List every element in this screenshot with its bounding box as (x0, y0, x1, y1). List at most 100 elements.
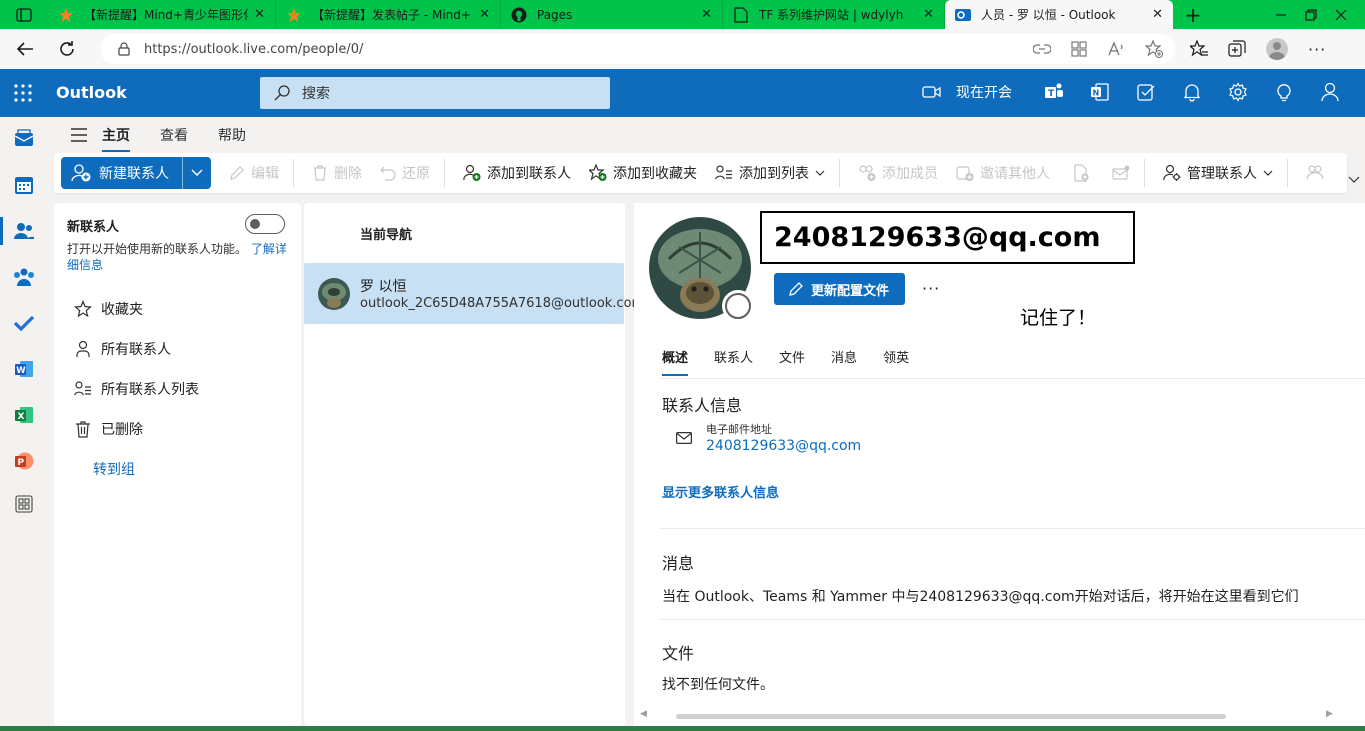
new-contact-dropdown[interactable] (183, 157, 211, 189)
contact-avatar (318, 278, 350, 310)
chevron-down-icon (1263, 170, 1273, 176)
show-more-info-link[interactable]: 显示更多联系人信息 (662, 482, 779, 501)
favorites-icon[interactable] (1190, 40, 1208, 58)
refresh-button[interactable] (50, 32, 84, 66)
close-window-icon[interactable] (1335, 9, 1347, 21)
browser-toolbar: ··· (1190, 29, 1326, 69)
browser-tab-active[interactable]: 人员 - 罗 以恒 - Outlook ✕ (945, 0, 1173, 29)
settings-gear-icon[interactable] (1228, 82, 1248, 102)
folder-item-favorites[interactable]: 收藏夹 (74, 299, 143, 319)
edit-button[interactable]: 编辑 (229, 163, 279, 183)
people-app-icon[interactable] (13, 220, 35, 242)
add-to-contacts-button[interactable]: 添加到联系人 (463, 163, 571, 183)
restore-icon[interactable] (1305, 8, 1317, 21)
email-link[interactable]: 2408129633@qq.com (706, 438, 861, 454)
search-placeholder: 搜索 (302, 86, 330, 102)
settings-more-icon[interactable]: ··· (1308, 40, 1326, 59)
folder-item-all-lists[interactable]: 所有联系人列表 (74, 379, 199, 399)
onenote-icon[interactable]: N (1090, 82, 1110, 102)
invite-others-button[interactable]: 邀请其他人 (956, 163, 1050, 183)
back-button[interactable] (8, 32, 42, 66)
profile-tabs: 概述 联系人 文件 消息 领英 (662, 347, 909, 376)
add-members-button[interactable]: 添加成员 (858, 163, 938, 183)
tab-home[interactable]: 主页 (102, 125, 130, 152)
link-icon[interactable] (1033, 43, 1051, 55)
add-person-icon (71, 164, 91, 182)
app-launcher-button[interactable] (14, 84, 32, 102)
restore-button[interactable]: 还原 (380, 163, 430, 183)
browser-tab[interactable]: 【新提醒】Mind+青少年图形化 ✕ (48, 0, 276, 29)
tab-overview[interactable]: 概述 (662, 347, 689, 376)
tab-linkedin[interactable]: 领英 (883, 347, 909, 366)
url-text[interactable]: https://outlook.live.com/people/0/ (144, 42, 363, 57)
scroll-left-arrow[interactable]: ◀ (640, 709, 647, 719)
meet-now-button[interactable]: 现在开会 (922, 82, 1012, 102)
email-field-label: 电子邮件地址 (706, 423, 772, 436)
browser-tab[interactable]: 【新提醒】发表帖子 - Mind+ 已 ✕ (276, 0, 501, 29)
add-file-button[interactable] (1074, 164, 1090, 182)
app-name[interactable]: Outlook (56, 83, 127, 102)
profile-avatar[interactable] (1266, 38, 1288, 60)
search-box[interactable]: 搜索 (260, 77, 610, 109)
manage-contacts-button[interactable]: 管理联系人 (1163, 163, 1273, 183)
word-app-icon[interactable]: W (13, 358, 35, 380)
browser-tab[interactable]: Pages ✕ (501, 0, 723, 29)
add-to-list-button[interactable]: 添加到列表 (715, 163, 825, 183)
hamburger-icon (71, 128, 87, 142)
tab-actions-button[interactable] (0, 0, 48, 29)
notifications-bell-icon[interactable] (1182, 82, 1202, 102)
apps-icon[interactable] (1071, 41, 1087, 57)
tab-files[interactable]: 文件 (779, 347, 805, 366)
account-icon[interactable] (1320, 82, 1340, 102)
send-mail-button[interactable] (1112, 165, 1130, 181)
search-icon (274, 85, 290, 101)
todo-app-icon[interactable] (13, 312, 35, 334)
close-tab-icon[interactable]: ✕ (923, 7, 934, 22)
groups-app-icon[interactable] (13, 266, 35, 288)
contact-info-title: 联系人信息 (662, 396, 743, 415)
ribbon-expand-button[interactable] (1348, 176, 1360, 184)
add-to-favorites-button[interactable]: 添加到收藏夹 (589, 163, 697, 183)
tab-view[interactable]: 查看 (160, 125, 188, 145)
folder-item-all-contacts[interactable]: 所有联系人 (74, 339, 171, 359)
close-tab-icon[interactable]: ✕ (254, 7, 265, 22)
more-actions-button[interactable]: ··· (922, 279, 940, 298)
horizontal-scrollbar[interactable] (676, 714, 1226, 719)
teams-icon[interactable]: T (1044, 82, 1064, 102)
folder-item-deleted[interactable]: 已删除 (74, 419, 143, 439)
browser-tab[interactable]: TF 系列维护网站 | wdylyh ✕ (723, 0, 945, 29)
lock-icon[interactable] (118, 42, 130, 56)
profile-email-heading: 2408129633@qq.com (760, 211, 1135, 264)
more-apps-icon[interactable] (13, 493, 35, 515)
new-contact-button[interactable]: 新建联系人 (61, 157, 183, 189)
contact-list-item[interactable]: 罗 以恒 outlook_2C65D48A755A7618@outlook.co… (304, 263, 644, 324)
close-tab-icon[interactable]: ✕ (479, 7, 490, 22)
close-tab-icon[interactable]: ✕ (701, 7, 712, 22)
collections-icon[interactable] (1228, 40, 1246, 58)
tab-messages[interactable]: 消息 (831, 347, 857, 366)
group-contacts-button[interactable] (1306, 164, 1324, 182)
tab-help[interactable]: 帮助 (218, 125, 246, 145)
powerpoint-app-icon[interactable]: P (13, 450, 35, 472)
tips-lightbulb-icon[interactable] (1274, 82, 1294, 102)
scroll-right-arrow[interactable]: ▶ (1326, 709, 1333, 719)
new-tab-button[interactable]: + (1173, 0, 1213, 29)
toolbar-divider (293, 159, 294, 187)
delete-button[interactable]: 删除 (312, 163, 362, 183)
url-bar[interactable]: https://outlook.live.com/people/0/ (100, 34, 1175, 64)
rail-selection-indicator (0, 217, 3, 245)
mail-app-icon[interactable] (13, 127, 35, 149)
go-to-groups-link[interactable]: 转到组 (93, 459, 135, 479)
add-favorite-icon[interactable] (1145, 40, 1163, 58)
close-tab-icon[interactable]: ✕ (1152, 7, 1163, 22)
collapse-nav-button[interactable] (56, 128, 102, 142)
calendar-app-icon[interactable] (13, 174, 35, 196)
new-contacts-toggle[interactable] (245, 214, 285, 234)
tab-contacts[interactable]: 联系人 (714, 347, 753, 366)
minimize-icon[interactable] (1275, 9, 1287, 21)
excel-app-icon[interactable]: X (13, 404, 35, 426)
messages-title: 消息 (662, 554, 695, 573)
update-profile-button[interactable]: 更新配置文件 (774, 273, 906, 305)
read-aloud-icon[interactable] (1107, 41, 1125, 57)
my-day-icon[interactable] (1136, 82, 1156, 102)
